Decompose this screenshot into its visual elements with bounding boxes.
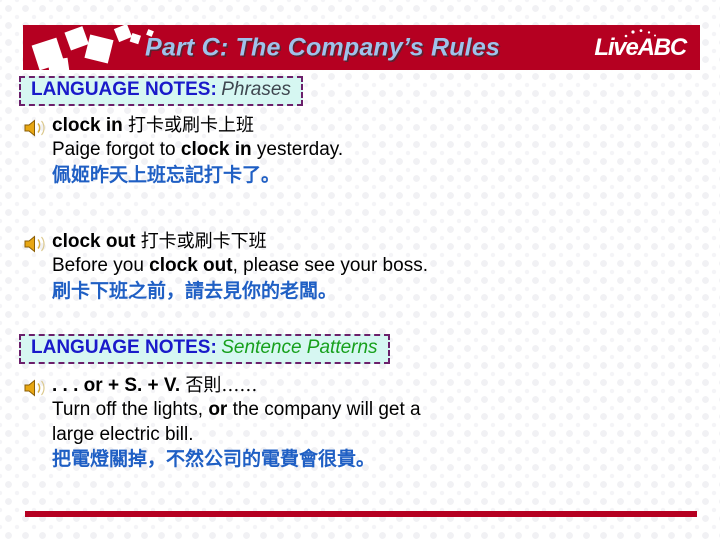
example-text-before: Paige forgot to xyxy=(52,139,181,161)
language-notes-box-sentence-patterns: LANGUAGE NOTES: Sentence Patterns xyxy=(19,334,390,364)
speaker-icon[interactable] xyxy=(22,117,50,139)
example-text-bold: clock out xyxy=(149,255,233,277)
vocabulary-entry: clock in 打卡或刷卡上班 Paige forgot to clock i… xyxy=(22,114,343,187)
entry-gloss: 否則…… xyxy=(185,375,258,396)
entry-term: clock out xyxy=(52,231,136,252)
vocabulary-entry: . . . or + S. + V. 否則…… Turn off the lig… xyxy=(22,374,421,471)
entry-headword: . . . or + S. + V. 否則…… xyxy=(52,374,421,398)
example-text-bold: clock in xyxy=(180,139,252,161)
speaker-icon[interactable] xyxy=(22,233,50,255)
entry-headword: clock out 打卡或刷卡下班 xyxy=(52,230,428,254)
entry-example: Before you clock out, please see your bo… xyxy=(52,254,428,278)
logo-stars-icon xyxy=(625,28,657,37)
example-text-before: Before you xyxy=(52,255,150,277)
slide-canvas: Part C: The Company’s Rules LiveABC LANG… xyxy=(0,0,720,540)
entry-translation: 把電燈關掉，不然公司的電費會很貴。 xyxy=(52,447,376,470)
entry-translation: 佩姬昨天上班忘記打卡了。 xyxy=(52,163,281,186)
entry-term: clock in xyxy=(52,115,123,136)
example-text-before: Turn off the lights, xyxy=(52,399,209,421)
vocabulary-entry: clock out 打卡或刷卡下班 Before you clock out, … xyxy=(22,230,428,303)
example-text-after: yesterday. xyxy=(251,139,344,161)
language-notes-kind: Sentence Patterns xyxy=(221,337,378,358)
language-notes-box-phrases: LANGUAGE NOTES: Phrases xyxy=(19,76,303,106)
entry-example: Paige forgot to clock in yesterday. xyxy=(52,138,343,162)
header-banner: Part C: The Company’s Rules LiveABC xyxy=(23,25,700,70)
entry-gloss: 打卡或刷卡上班 xyxy=(128,115,255,136)
entry-term: . . . or + S. + V. xyxy=(52,375,181,396)
entry-translation: 刷卡下班之前，請去見你的老闆。 xyxy=(52,279,338,302)
entry-example: Turn off the lights, or the company will… xyxy=(52,398,421,422)
language-notes-label: LANGUAGE NOTES: xyxy=(31,337,217,358)
language-notes-label: LANGUAGE NOTES: xyxy=(31,79,217,100)
language-notes-kind: Phrases xyxy=(221,79,291,100)
example-text-after: , please see your boss. xyxy=(232,255,428,277)
entry-gloss: 打卡或刷卡下班 xyxy=(140,231,267,252)
example-text-after: the company will get a xyxy=(227,399,421,421)
entry-example-line2: large electric bill. xyxy=(52,423,194,445)
example-text-bold: or xyxy=(208,399,228,421)
entry-headword: clock in 打卡或刷卡上班 xyxy=(52,114,343,138)
page-title: Part C: The Company’s Rules xyxy=(145,33,501,61)
bottom-divider-rule xyxy=(25,511,697,517)
speaker-icon[interactable] xyxy=(22,377,50,399)
liveabc-logo: LiveABC xyxy=(594,28,687,62)
